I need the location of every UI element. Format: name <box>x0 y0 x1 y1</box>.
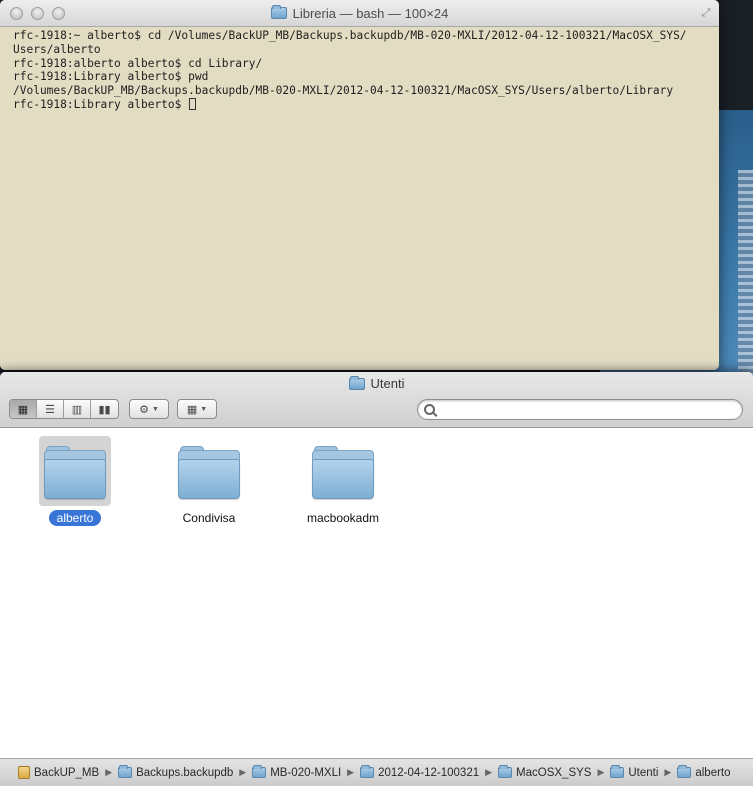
path-label: Backups.backupdb <box>136 766 234 779</box>
grid-icon: ▦ <box>17 403 29 416</box>
search-icon <box>424 404 435 415</box>
coverflow-icon: ▮▮ <box>98 403 111 416</box>
path-label: alberto <box>695 766 731 779</box>
columns-icon: ▥ <box>71 403 83 416</box>
folder-icon-box <box>307 436 379 506</box>
path-separator-icon: ▶ <box>485 767 493 777</box>
folder-icon <box>270 5 287 19</box>
folder-icon-box <box>39 436 111 506</box>
path-bar: BackUP_MB ▶ Backups.backupdb ▶ MB-020-MX… <box>0 758 753 786</box>
folder-item-condivisa[interactable]: Condivisa <box>149 436 269 526</box>
path-label: 2012-04-12-100321 <box>378 766 480 779</box>
list-view-button[interactable]: ☰ <box>37 400 64 418</box>
terminal-prompt: rfc-1918:Library alberto$ <box>13 97 189 111</box>
arrange-icon: ▦ <box>186 403 198 416</box>
action-menu-button[interactable]: ⚙ ▼ <box>129 399 169 419</box>
folder-icon <box>348 375 365 390</box>
terminal-prompt-line: rfc-1918:Library alberto$ <box>13 97 713 112</box>
folder-icon <box>677 765 692 778</box>
list-icon: ☰ <box>45 403 55 416</box>
path-label: BackUP_MB <box>34 766 100 779</box>
terminal-line: /Volumes/BackUP_MB/Backups.backupdb/MB-0… <box>13 84 674 98</box>
path-separator-icon: ▶ <box>664 767 672 777</box>
chevron-down-icon: ▼ <box>200 405 208 413</box>
folder-item-alberto[interactable]: alberto <box>15 436 135 526</box>
disk-icon <box>18 766 30 779</box>
folder-label: Condivisa <box>182 511 236 525</box>
terminal-output[interactable]: rfc-1918:~ alberto$ cd /Volumes/BackUP_M… <box>0 27 719 112</box>
path-separator-icon: ▶ <box>239 767 247 777</box>
path-separator-icon: ▶ <box>597 767 605 777</box>
minimize-button[interactable] <box>31 7 44 20</box>
path-label: MacOSX_SYS <box>516 766 592 779</box>
fullscreen-icon[interactable]: ⤢ <box>699 6 713 20</box>
path-item[interactable]: Backups.backupdb <box>118 765 234 779</box>
path-separator-icon: ▶ <box>347 767 355 777</box>
icon-view-button[interactable]: ▦ <box>10 400 37 418</box>
search-field[interactable] <box>417 399 743 420</box>
path-label: MB-020-MXLI <box>270 766 342 779</box>
zoom-button[interactable] <box>52 7 65 20</box>
path-item[interactable]: MacOSX_SYS <box>498 765 592 779</box>
chevron-down-icon: ▼ <box>151 405 159 413</box>
terminal-window[interactable]: Libreria — bash — 100×24 ⤢ rfc-1918:~ al… <box>0 0 719 370</box>
folder-icon <box>178 446 240 499</box>
folder-icon <box>610 765 625 778</box>
folder-icon <box>252 765 267 778</box>
path-item[interactable]: 2012-04-12-100321 <box>360 765 480 779</box>
finder-window[interactable]: Utenti ▦ ☰ ▥ ▮▮ ⚙ ▼ ▦ ▼ alberto Condivis… <box>0 372 753 786</box>
path-item[interactable]: alberto <box>677 765 731 779</box>
finder-title-wrap: Utenti <box>0 375 753 391</box>
finder-toolbar: Utenti ▦ ☰ ▥ ▮▮ ⚙ ▼ ▦ ▼ <box>0 372 753 428</box>
folder-icon <box>498 765 513 778</box>
terminal-line: rfc-1918:~ alberto$ cd /Volumes/BackUP_M… <box>13 29 687 42</box>
folder-icon <box>44 446 106 499</box>
folder-label: macbookadm <box>306 511 380 525</box>
path-item[interactable]: Utenti <box>610 765 659 779</box>
folder-icon-box <box>173 436 245 506</box>
terminal-title: Libreria — bash — 100×24 <box>292 5 449 21</box>
gear-icon: ⚙ <box>139 403 149 416</box>
window-controls <box>10 7 65 20</box>
arrange-menu-button[interactable]: ▦ ▼ <box>177 399 217 419</box>
search-input[interactable] <box>439 402 742 417</box>
coverflow-view-button[interactable]: ▮▮ <box>91 400 118 418</box>
view-mode-selector: ▦ ☰ ▥ ▮▮ <box>9 399 119 419</box>
terminal-titlebar[interactable]: Libreria — bash — 100×24 ⤢ <box>0 0 719 27</box>
terminal-title-wrap: Libreria — bash — 100×24 <box>270 5 449 21</box>
terminal-line: rfc-1918:alberto alberto$ cd Library/ <box>13 56 263 70</box>
folder-label: alberto <box>48 510 102 526</box>
close-button[interactable] <box>10 7 23 20</box>
path-label: Utenti <box>628 766 659 779</box>
path-item[interactable]: BackUP_MB <box>18 766 99 779</box>
folder-icon <box>118 765 133 778</box>
path-item[interactable]: MB-020-MXLI <box>252 765 342 779</box>
terminal-line: rfc-1918:Library alberto$ pwd <box>13 70 209 84</box>
folder-icon <box>360 765 375 778</box>
terminal-line: Users/alberto <box>13 42 101 56</box>
column-view-button[interactable]: ▥ <box>64 400 91 418</box>
folder-icon <box>312 446 374 499</box>
finder-title: Utenti <box>370 376 405 391</box>
path-separator-icon: ▶ <box>105 767 113 777</box>
finder-content[interactable]: alberto Condivisa macbookadm <box>0 428 753 758</box>
text-cursor <box>189 97 197 110</box>
folder-item-macbookadm[interactable]: macbookadm <box>283 436 403 526</box>
